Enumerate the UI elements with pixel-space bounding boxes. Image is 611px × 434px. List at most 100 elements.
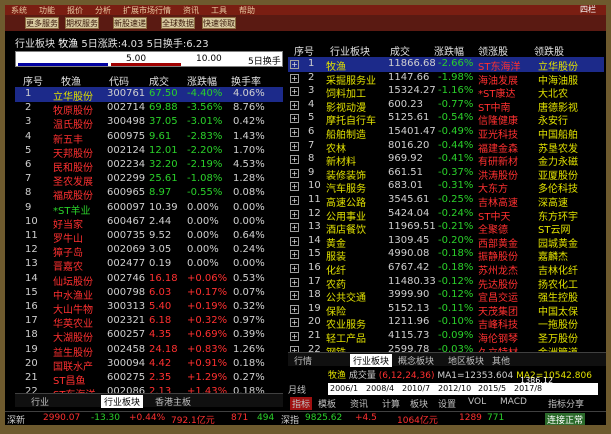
stock-row[interactable]: 10 好当家 600467 2.44 0.00% 0.00% <box>15 215 283 231</box>
board-volume: 8016.20 <box>388 139 430 151</box>
col-board[interactable]: 行业板块 <box>330 43 370 58</box>
col-turnover[interactable]: 换手率 <box>231 73 261 88</box>
tab-hk-main[interactable]: 香港主板 <box>155 395 191 408</box>
board-change: -0.37% <box>438 166 474 178</box>
vol-button[interactable]: VOL <box>468 397 486 407</box>
stock-row[interactable]: 16 大山牛物 300313 5.40 +0.19% 0.32% <box>15 300 283 316</box>
stock-row[interactable]: 4 新五丰 600975 9.61 -2.83% 1.43% <box>15 130 283 146</box>
menu-item[interactable]: 系统 <box>5 6 33 15</box>
col-leading-down[interactable]: 领跌股 <box>534 43 564 58</box>
quick-claim-button[interactable]: 快速领取 <box>202 17 236 29</box>
stock-row[interactable]: 15 中水渔业 000798 6.03 +0.17% 0.07% <box>15 286 283 302</box>
stock-row[interactable]: 11 罗牛山 000735 9.52 0.00% 0.64% <box>15 229 283 245</box>
template-button[interactable]: 模板 <box>318 397 336 410</box>
expand-icon[interactable]: + <box>290 332 299 341</box>
macd-button[interactable]: MACD <box>500 397 527 407</box>
expand-icon[interactable]: + <box>290 250 299 260</box>
stock-row[interactable]: 2 牧原股份 002714 69.88 -3.56% 8.76% <box>15 101 283 117</box>
col-leading-up[interactable]: 领涨股 <box>478 43 508 58</box>
share-indicator-button[interactable]: 指标分享 <box>548 397 584 410</box>
menu-item[interactable]: 帮助 <box>233 6 261 15</box>
options-button[interactable]: 期权服务 <box>65 17 99 29</box>
col-index[interactable]: 序号 <box>294 43 314 58</box>
tab-industry-board[interactable]: 行业板块 <box>350 354 393 367</box>
global-data-button[interactable]: 全球数据 <box>161 17 195 29</box>
col-code[interactable]: 代码 <box>109 73 129 88</box>
more-services-button[interactable]: 更多服务 <box>25 17 59 29</box>
col-index[interactable]: 序号 <box>23 73 43 88</box>
tab-other[interactable]: 其他 <box>492 354 510 367</box>
indicator-button[interactable]: 指标 <box>290 397 313 410</box>
stock-change: +0.06% <box>187 272 228 284</box>
board-button[interactable]: 板块 <box>410 397 428 410</box>
stock-row[interactable]: 13 晋嘉农 002477 0.19 0.00% 0.00% <box>15 257 283 273</box>
row-index: 4 <box>25 130 32 142</box>
col-price[interactable]: 成交 <box>149 73 169 88</box>
stock-row[interactable]: 17 华英农业 002321 6.18 +0.32% 0.97% <box>15 314 283 330</box>
expand-icon[interactable]: + <box>290 264 299 273</box>
menu-item[interactable]: 分析 <box>89 6 117 15</box>
menu-item[interactable]: 工具 <box>205 6 233 15</box>
col-change[interactable]: 涨跌幅 <box>434 43 464 58</box>
tab-industry[interactable]: 行业板块 <box>101 395 144 408</box>
board-change: -2.66% <box>438 58 474 69</box>
expand-icon[interactable]: + <box>290 60 299 69</box>
col-volume[interactable]: 成交 <box>390 43 410 58</box>
board-change: -0.20% <box>438 234 474 246</box>
stock-change: +0.19% <box>187 301 228 312</box>
expand-icon[interactable]: + <box>290 100 299 110</box>
stock-row[interactable]: 21 ST昌鱼 600275 2.35 +1.29% 0.27% <box>15 371 283 387</box>
stock-row[interactable]: 1 立华股份 300761 67.50 -4.40% 4.06% <box>15 87 283 103</box>
info-button[interactable]: 资讯 <box>350 397 368 410</box>
expand-icon[interactable]: + <box>290 128 299 137</box>
expand-icon[interactable]: + <box>290 223 299 233</box>
stock-row[interactable]: 14 仙坛股份 002746 16.18 +0.06% 0.53% <box>15 272 283 288</box>
stock-row[interactable]: 7 圣农发展 002299 25.61 -1.08% 1.28% <box>15 172 283 188</box>
col-change[interactable]: 涨跌幅 <box>187 73 217 88</box>
settings-button[interactable]: 设置 <box>438 397 456 410</box>
expand-icon[interactable]: + <box>290 196 299 205</box>
expand-icon[interactable]: + <box>290 209 299 219</box>
row-index: 10 <box>25 215 38 227</box>
stock-row[interactable]: 8 福成股份 600965 8.97 -0.55% 0.08% <box>15 186 283 202</box>
col-name[interactable]: 牧渔 <box>61 73 81 88</box>
board-volume: 15324.27 <box>388 85 436 97</box>
tab-quote[interactable]: 行情 <box>294 354 312 367</box>
tab-region-board[interactable]: 地区板块 <box>448 354 484 367</box>
expand-icon[interactable]: + <box>290 73 299 83</box>
expand-icon[interactable]: + <box>290 87 299 97</box>
calc-button[interactable]: 计算 <box>382 397 400 410</box>
expand-icon[interactable]: + <box>290 236 299 246</box>
new-stock-button[interactable]: 新股速递 <box>113 17 147 29</box>
stock-row[interactable]: 6 民和股份 002234 32.20 -2.19% 4.53% <box>15 158 283 174</box>
down-count: 494 <box>257 413 275 423</box>
right-table-header: 序号 行业板块 成交 涨跌幅 领涨股 领跌股 <box>288 43 604 58</box>
stock-price: 8.97 <box>149 187 172 199</box>
stock-row[interactable]: 9 *ST羊业 600097 10.39 0.00% 0.00% <box>15 201 283 217</box>
tab-quote[interactable]: 行业 <box>31 395 49 408</box>
menu-item[interactable]: 资讯 <box>177 6 205 15</box>
stock-row[interactable]: 20 国联水产 300094 4.42 +0.91% 0.18% <box>15 357 283 373</box>
period-label[interactable]: 月线 <box>288 383 306 396</box>
expand-icon[interactable]: + <box>290 141 299 151</box>
expand-icon[interactable]: + <box>290 304 299 314</box>
tab-concept-board[interactable]: 概念板块 <box>398 354 434 367</box>
expand-icon[interactable]: + <box>290 318 299 328</box>
expand-icon[interactable]: + <box>290 277 299 287</box>
window-layout-label[interactable]: 四栏 <box>574 5 602 15</box>
left-table-header: 序号 牧渔 代码 成交 涨跌幅 换手率 <box>15 73 283 88</box>
stock-row[interactable]: 12 獐子岛 002069 3.05 0.00% 0.24% <box>15 243 283 259</box>
stock-row[interactable]: 19 益生股份 002458 24.18 +0.83% 1.26% <box>15 343 283 359</box>
stock-row[interactable]: 18 大湖股份 600257 4.35 +0.69% 0.39% <box>15 328 283 344</box>
menu-item[interactable]: 报价 <box>61 6 89 15</box>
expand-icon[interactable]: + <box>290 168 299 178</box>
stock-change: -4.40% <box>187 88 223 99</box>
stock-row[interactable]: 3 温氏股份 300498 37.05 -3.01% 0.42% <box>15 115 283 131</box>
expand-icon[interactable]: + <box>290 291 299 301</box>
expand-icon[interactable]: + <box>290 182 299 192</box>
menu-item[interactable]: 扩展市场行情 <box>117 6 177 15</box>
expand-icon[interactable]: + <box>290 155 299 165</box>
expand-icon[interactable]: + <box>290 114 299 124</box>
menu-item[interactable]: 功能 <box>33 6 61 15</box>
stock-row[interactable]: 5 天邦股份 002124 12.01 -2.20% 1.70% <box>15 144 283 160</box>
